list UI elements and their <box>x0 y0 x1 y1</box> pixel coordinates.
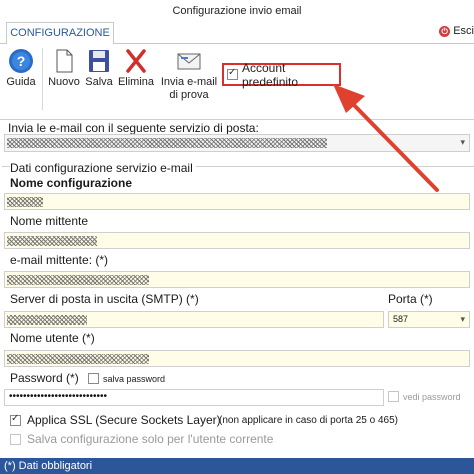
nuovo-button[interactable]: Nuovo <box>46 48 82 89</box>
checkbox-icon <box>388 391 399 402</box>
invia-prova-button[interactable]: Invia e-mail di prova <box>158 48 220 102</box>
nome-configurazione-label: Nome configurazione <box>10 176 133 190</box>
checkbox-icon <box>10 413 21 426</box>
ssl-checkbox[interactable]: Applica SSL (Secure Sockets Layer) <box>10 413 221 427</box>
tab-strip: CONFIGURAZIONE ⏻ Esci <box>0 22 474 45</box>
server-label: Server di posta in uscita (SMTP) (*) <box>10 292 199 306</box>
new-document-icon <box>50 48 78 74</box>
porta-value: 587 <box>393 314 409 324</box>
email-mittente-label: e-mail mittente: (*) <box>10 253 109 267</box>
chevron-down-icon: ▾ <box>460 314 465 324</box>
masked-value <box>7 275 149 285</box>
account-predefinito-label: Account predefinito <box>242 60 299 89</box>
service-value-masked <box>7 138 327 148</box>
svg-text:?: ? <box>17 53 26 69</box>
password-label: Password (*) <box>10 371 79 385</box>
email-icon <box>175 48 203 74</box>
nome-mittente-label: Nome mittente <box>10 214 89 228</box>
salva-config-checkbox[interactable]: Salva configurazione solo per l'utente c… <box>10 432 273 446</box>
separator <box>42 48 43 110</box>
masked-value <box>7 236 97 246</box>
nome-utente-label: Nome utente (*) <box>10 331 95 345</box>
invia-label-1: Invia e-mail <box>160 76 218 88</box>
checkbox-icon <box>88 373 99 384</box>
nuovo-label: Nuovo <box>48 76 80 88</box>
invia-label-2: di prova <box>169 89 209 101</box>
nome-utente-input[interactable] <box>4 350 470 367</box>
masked-value <box>7 354 149 364</box>
service-label: Invia le e-mail con il seguente servizio… <box>8 121 259 135</box>
password-value: •••••••••••••••••••••••••••• <box>9 391 108 402</box>
ssl-label: Applica SSL (Secure Sockets Layer) <box>27 413 221 427</box>
masked-value <box>7 315 87 325</box>
salva-config-label: Salva configurazione solo per l'utente c… <box>27 432 274 446</box>
window-title: Configurazione invio email <box>0 0 474 22</box>
ssl-note: (non applicare in caso di porta 25 o 465… <box>219 415 399 426</box>
nome-configurazione-input[interactable] <box>4 193 470 210</box>
vedi-password-checkbox[interactable]: vedi password <box>388 391 461 402</box>
salva-button[interactable]: Salva <box>84 48 114 89</box>
tab-configurazione[interactable]: CONFIGURAZIONE <box>6 22 114 45</box>
salva-label: Salva <box>85 76 113 88</box>
exit-button[interactable]: ⏻ Esci <box>439 25 474 37</box>
save-icon <box>85 48 113 74</box>
email-mittente-input[interactable] <box>4 271 470 288</box>
guida-label: Guida <box>6 76 36 88</box>
porta-select[interactable]: 587 ▾ <box>388 311 470 328</box>
porta-label: Porta (*) <box>388 292 433 306</box>
server-input[interactable] <box>4 311 384 328</box>
group-title: Dati configurazione servizio e-mail <box>10 161 196 175</box>
password-input[interactable]: •••••••••••••••••••••••••••• <box>4 389 384 406</box>
chevron-down-icon: ▾ <box>460 137 465 147</box>
guida-button[interactable]: ? Guida <box>4 48 38 89</box>
salva-password-label: salva password <box>103 373 166 384</box>
checkbox-icon <box>10 433 21 445</box>
elimina-label: Elimina <box>117 76 155 88</box>
masked-value <box>7 197 43 207</box>
nome-mittente-input[interactable] <box>4 232 470 249</box>
status-bar: (*) Dati obbligatori <box>0 458 474 474</box>
help-icon: ? <box>7 48 35 74</box>
account-predefinito-checkbox[interactable]: Account predefinito <box>222 60 341 89</box>
service-select[interactable]: ▾ <box>4 134 470 152</box>
elimina-button[interactable]: Elimina <box>116 48 156 89</box>
salva-password-checkbox[interactable]: salva password <box>88 373 165 384</box>
exit-label: Esci <box>453 25 474 37</box>
checkbox-icon <box>227 67 238 80</box>
vedi-password-label: vedi password <box>403 391 461 402</box>
power-icon: ⏻ <box>439 25 451 37</box>
delete-icon <box>122 48 150 74</box>
